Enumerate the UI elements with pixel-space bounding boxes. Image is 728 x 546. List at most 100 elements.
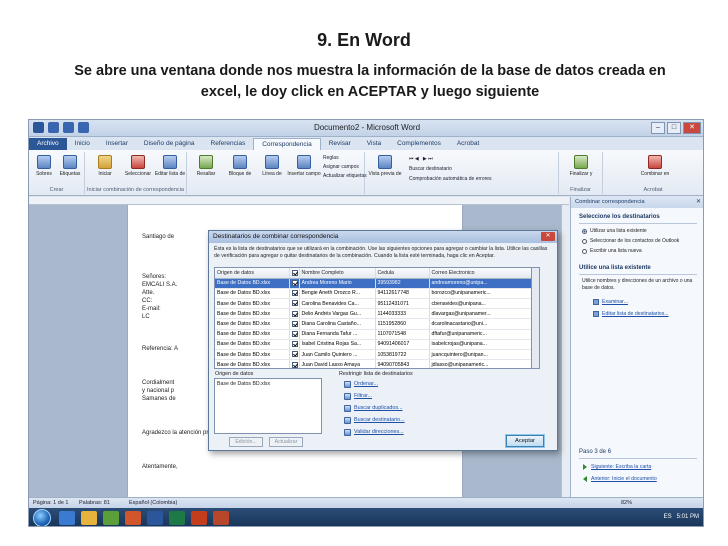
update-button[interactable]: Actualizar	[269, 437, 303, 447]
tab-revisar[interactable]: Revisar	[321, 138, 359, 150]
cell-check[interactable]	[289, 349, 300, 361]
tab-referencias[interactable]: Referencias	[203, 138, 254, 150]
next-step-link[interactable]: Siguiente: Escriba la carta	[583, 464, 651, 470]
col-cedula[interactable]: Cedula	[375, 268, 430, 279]
tray-clock[interactable]: 5:01 PM	[677, 514, 699, 520]
status-zoom[interactable]: 82%	[621, 500, 632, 506]
buscar-duplicados-link[interactable]: Buscar duplicados...	[344, 402, 405, 414]
prev-step-link[interactable]: Anterior: Inicie el documento	[583, 476, 657, 482]
insertar-campo-button[interactable]: Insertar campo combinado	[287, 155, 321, 177]
status-words[interactable]: Palabras: 81	[79, 500, 110, 506]
combinar-pdf-button[interactable]: Combinar en archivo PDF de Adobe	[633, 155, 677, 177]
actualizar-etiquetas-button[interactable]: Actualizar etiquetas	[323, 173, 367, 179]
edit-button[interactable]: Edición...	[229, 437, 263, 447]
pane-close-icon[interactable]: ✕	[696, 197, 701, 208]
cell-check[interactable]	[289, 308, 300, 320]
reglas-button[interactable]: Reglas	[323, 155, 339, 161]
linea-saludo-button[interactable]: Línea de saludo	[257, 155, 287, 177]
table-row[interactable]: Base de Datos BD.xlsx Carolina Benavides …	[215, 298, 531, 310]
data-source-list[interactable]: Base de Datos BD.xlsx	[214, 378, 322, 434]
cell-check[interactable]	[289, 278, 300, 289]
radio-new-list[interactable]: Escribir una lista nueva	[582, 248, 642, 254]
tab-diseno[interactable]: Diseño de página	[136, 138, 203, 150]
table-row[interactable]: Base de Datos BD.xlsx Diana Fernanda Tafu…	[215, 329, 531, 340]
start-icon[interactable]	[33, 509, 51, 526]
tab-inicio[interactable]: Inicio	[67, 138, 98, 150]
status-page[interactable]: Página: 1 de 1	[33, 500, 68, 506]
recipient-checkbox[interactable]	[291, 300, 298, 307]
acrobat-icon[interactable]	[213, 511, 229, 525]
comprobacion-errores-button[interactable]: Comprobación automática de errores	[409, 176, 492, 182]
tab-correspondencia[interactable]: Correspondencia	[253, 138, 321, 150]
data-source-item[interactable]: Base de Datos BD.xlsx	[217, 381, 270, 387]
excel-icon[interactable]	[169, 511, 185, 525]
media-icon[interactable]	[103, 511, 119, 525]
recipient-checkbox[interactable]	[291, 361, 298, 368]
folder-icon[interactable]	[81, 511, 97, 525]
tray-language[interactable]: ES	[664, 514, 672, 520]
cell-check[interactable]	[289, 359, 300, 368]
accept-button[interactable]: Aceptar	[506, 435, 544, 447]
cell-check[interactable]	[289, 288, 300, 300]
cell-check[interactable]	[289, 318, 300, 330]
etiquetas-button[interactable]: Etiquetas	[55, 155, 85, 177]
tab-archivo[interactable]: Archivo	[29, 138, 67, 150]
col-check[interactable]	[289, 268, 300, 279]
bloque-direcciones-button[interactable]: Bloque de direcciones	[223, 155, 257, 177]
document-scrollbar[interactable]	[561, 205, 570, 497]
table-row[interactable]: Base de Datos BD.xlsx Andrea Moreno Mario…	[215, 278, 531, 289]
asignar-campos-button[interactable]: Asignar campos	[323, 164, 359, 170]
grid-scrollbar[interactable]	[532, 267, 540, 369]
ordenar-link[interactable]: Ordenar...	[344, 378, 405, 390]
iniciar-combinacion-button[interactable]: Iniciar combinación de correspondencia	[87, 155, 123, 177]
ie-icon[interactable]	[59, 511, 75, 525]
recipient-checkbox[interactable]	[291, 331, 298, 338]
recipient-checkbox[interactable]	[291, 320, 298, 327]
recipient-checkbox[interactable]	[291, 351, 298, 358]
radio-outlook[interactable]: Seleccionar de los contactos de Outlook	[582, 238, 679, 244]
recipient-checkbox[interactable]	[291, 341, 298, 348]
editar-lista-link[interactable]: Editar lista de destinatarios...	[593, 311, 669, 317]
validar-direcciones-link[interactable]: Validar direcciones...	[344, 426, 405, 438]
editar-lista-button[interactable]: Editar lista de destinatarios	[153, 155, 187, 177]
title-bar: Documento2 - Microsoft Word – □ ✕	[29, 120, 703, 137]
maximize-button[interactable]: □	[667, 122, 681, 134]
examinar-link[interactable]: Examinar...	[593, 299, 628, 305]
col-origen[interactable]: Origen de datos	[215, 268, 290, 279]
buscar-destinatario-link[interactable]: Buscar destinatario...	[344, 414, 405, 426]
word-icon[interactable]	[147, 511, 163, 525]
col-correo[interactable]: Correo Electronico	[429, 268, 531, 279]
filtrar-link[interactable]: Filtrar...	[344, 390, 405, 402]
cell-check[interactable]	[289, 329, 300, 340]
recipient-checkbox[interactable]	[291, 310, 298, 317]
table-row[interactable]: Base de Datos BD.xlsx Diana Carolina Cast…	[215, 318, 531, 330]
tab-complementos[interactable]: Complementos	[389, 138, 449, 150]
table-row[interactable]: Base de Datos BD.xlsx Juan David Lasso Am…	[215, 359, 531, 368]
finalizar-button[interactable]: Finalizar y combinar	[563, 155, 599, 177]
cell-check[interactable]	[289, 339, 300, 351]
select-all-checkbox[interactable]	[291, 269, 298, 276]
resaltar-campos-button[interactable]: Resaltar campos de combinación	[189, 155, 223, 177]
cell-check[interactable]	[289, 298, 300, 310]
tab-vista[interactable]: Vista	[359, 138, 389, 150]
tab-insertar[interactable]: Insertar	[98, 138, 136, 150]
status-language[interactable]: Español (Colombia)	[129, 500, 177, 506]
tab-acrobat[interactable]: Acrobat	[449, 138, 487, 150]
dialog-close-icon[interactable]: ✕	[541, 232, 555, 241]
recipient-checkbox[interactable]	[291, 280, 298, 287]
recipient-checkbox[interactable]	[291, 290, 298, 297]
col-nombre[interactable]: Nombre Completo	[299, 268, 376, 279]
table-row[interactable]: Base de Datos BD.xlsx Bengie Aneth Orozco…	[215, 288, 531, 300]
table-row[interactable]: Base de Datos BD.xlsx Isabel Cristina Roj…	[215, 339, 531, 351]
seleccionar-destinatarios-button[interactable]: Seleccionar destinatarios	[121, 155, 155, 177]
record-nav[interactable]: ⏮ ◀ ▶ ⏭	[409, 156, 433, 162]
buscar-destinatario-button[interactable]: Buscar destinatario	[409, 166, 452, 172]
table-row[interactable]: Base de Datos BD.xlsx Juan Camilo Quinter…	[215, 349, 531, 361]
minimize-button[interactable]: –	[651, 122, 665, 134]
vista-previa-button[interactable]: Vista previa de resultados	[367, 155, 403, 177]
radio-existing-list[interactable]: Utilizar una lista existente	[582, 228, 647, 234]
app-icon[interactable]	[125, 511, 141, 525]
table-row[interactable]: Base de Datos BD.xlsx Delio Andrés Vargas…	[215, 308, 531, 320]
close-button[interactable]: ✕	[683, 122, 701, 134]
powerpoint-icon[interactable]	[191, 511, 207, 525]
